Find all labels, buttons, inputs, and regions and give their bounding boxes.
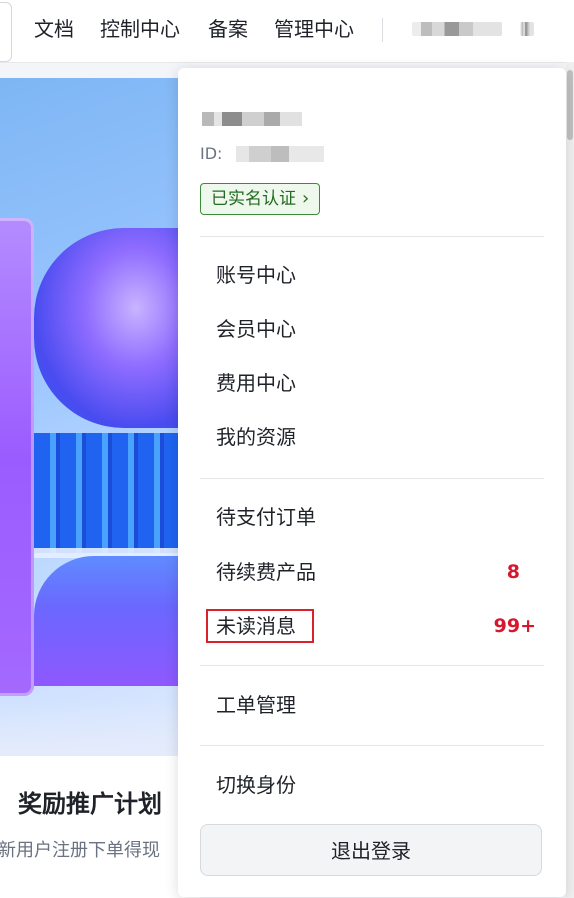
promo-card[interactable]: 奖励推广计划 新用户注册下单得现 [0, 756, 200, 898]
nav-management-center[interactable]: 管理中心 [274, 16, 354, 42]
nav-console[interactable]: 控制中心 [100, 16, 180, 42]
banner-art-stripes [34, 433, 200, 553]
menu-divider [200, 665, 544, 666]
user-id-redacted [236, 146, 324, 162]
verified-badge-label: 已实名认证 [211, 189, 296, 209]
menu-switch-identity[interactable]: 切换身份 [216, 772, 296, 798]
page-scrollbar-thumb[interactable] [567, 70, 573, 140]
banner-art-panel [0, 218, 34, 696]
menu-my-resources[interactable]: 我的资源 [216, 424, 296, 450]
menu-account-center[interactable]: 账号中心 [216, 262, 296, 288]
banner-art-cylinder [34, 228, 200, 428]
banner-art-fade [0, 698, 200, 756]
promo-card-subtitle: 新用户注册下单得现 [0, 840, 160, 861]
menu-ticket-management[interactable]: 工单管理 [216, 692, 296, 718]
logout-button[interactable]: 退出登录 [200, 824, 542, 876]
username-redacted [202, 112, 302, 126]
promo-card-title: 奖励推广计划 [18, 790, 162, 818]
user-id-label: ID: [200, 144, 223, 163]
user-account-trigger[interactable] [412, 22, 502, 36]
unread-count-badge: 99+ [493, 615, 536, 637]
nav-icp-filing[interactable]: 备案 [208, 16, 248, 42]
search-box-edge[interactable] [0, 2, 12, 62]
page-scrollbar-track[interactable] [566, 62, 574, 898]
menu-membership-center[interactable]: 会员中心 [216, 316, 296, 342]
menu-divider [200, 236, 544, 237]
menu-pending-renewal[interactable]: 待续费产品 [216, 559, 316, 585]
verified-badge[interactable]: 已实名认证 › [200, 183, 321, 215]
nav-divider [382, 18, 383, 42]
menu-pending-orders[interactable]: 待支付订单 [216, 504, 316, 530]
promo-banner-image[interactable] [0, 78, 200, 756]
chevron-right-icon: › [302, 188, 310, 209]
renewal-count-badge: 8 [506, 561, 520, 583]
account-dropdown: ID: 已实名认证 › 账号中心 会员中心 费用中心 我的资源 待支付订单 待续… [178, 68, 566, 897]
unread-messages-highlight-box [206, 609, 314, 643]
menu-divider [200, 745, 544, 746]
top-nav-bar: 文档 控制中心 备案 管理中心 [0, 0, 574, 63]
menu-billing-center[interactable]: 费用中心 [216, 370, 296, 396]
nav-docs[interactable]: 文档 [34, 16, 74, 42]
menu-divider [200, 478, 544, 479]
user-account-extra[interactable] [520, 22, 534, 36]
banner-art-lower [34, 556, 200, 686]
